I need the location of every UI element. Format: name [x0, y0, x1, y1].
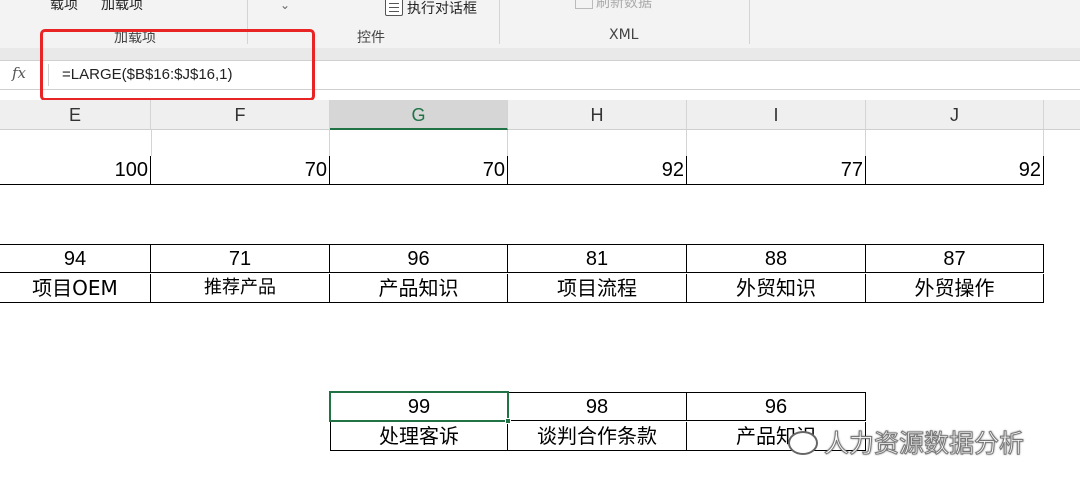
score-cell[interactable]: 77: [687, 156, 866, 185]
table2-label-cell[interactable]: 项目OEM: [0, 274, 151, 303]
score-cell[interactable]: 70: [151, 156, 330, 185]
run-dialog-label: 执行对话框: [407, 1, 477, 17]
highlight-box: [40, 29, 315, 101]
column-header-e[interactable]: E: [0, 100, 151, 130]
table2-value-cell[interactable]: 81: [508, 244, 687, 273]
table2-value-cell[interactable]: 87: [866, 244, 1044, 273]
selected-cell[interactable]: 99: [329, 391, 509, 422]
refresh-icon: [575, 0, 593, 9]
addins-button[interactable]: 载项: [50, 0, 78, 14]
group-label-xml: XML: [609, 27, 639, 43]
table2-value-cell[interactable]: 94: [0, 244, 151, 273]
score-cell[interactable]: 100: [0, 156, 151, 185]
gridline: [1043, 130, 1044, 156]
group-label-controls: 控件: [357, 30, 385, 46]
table2-value-cell[interactable]: 88: [687, 244, 866, 273]
score-cell[interactable]: 70: [330, 156, 508, 185]
dialog-icon: [385, 0, 403, 16]
caret-icon: ⌄: [280, 0, 291, 12]
fill-handle[interactable]: [505, 418, 511, 424]
gridline: [507, 130, 508, 156]
column-header-f[interactable]: F: [151, 100, 330, 130]
table3-label-cell[interactable]: 处理客诉: [330, 422, 508, 451]
wechat-logo-icon: [788, 431, 818, 455]
column-header-k[interactable]: [1044, 100, 1080, 130]
refresh-data-label: 刷新数据: [596, 0, 652, 11]
gridline: [686, 130, 687, 156]
table2-label-cell[interactable]: 推荐产品: [151, 274, 330, 303]
table2-value-cell[interactable]: 96: [330, 244, 508, 273]
column-header-h[interactable]: H: [508, 100, 687, 130]
gridline: [329, 130, 330, 156]
ribbon-divider: [499, 0, 500, 44]
table3-value-cell[interactable]: 96: [687, 392, 866, 421]
table2-value-cell[interactable]: 71: [151, 244, 330, 273]
watermark: 人力资源数据分析: [788, 424, 1025, 460]
column-header-i[interactable]: I: [687, 100, 866, 130]
column-header-j[interactable]: J: [866, 100, 1044, 130]
gridline: [151, 130, 152, 156]
watermark-text: 人力资源数据分析: [823, 429, 1025, 459]
load-addins-button[interactable]: 加载项: [101, 0, 143, 14]
fx-icon[interactable]: fx: [12, 64, 26, 82]
table3-label-cell[interactable]: 谈判合作条款: [508, 422, 687, 451]
column-header-g[interactable]: G: [330, 100, 508, 130]
table2-label-cell[interactable]: 产品知识: [330, 274, 508, 303]
score-cell[interactable]: 92: [866, 156, 1044, 185]
table3-value-cell[interactable]: 98: [508, 392, 687, 421]
run-dialog-button[interactable]: 执行对话框: [385, 0, 477, 18]
ribbon-divider: [749, 0, 750, 44]
score-cell[interactable]: 92: [508, 156, 687, 185]
table2-label-cell[interactable]: 项目流程: [508, 274, 687, 303]
table2-label-cell[interactable]: 外贸知识: [687, 274, 866, 303]
refresh-data-button[interactable]: 刷新数据: [575, 0, 652, 12]
table2-label-cell[interactable]: 外贸操作: [866, 274, 1044, 303]
gridline: [865, 130, 866, 156]
